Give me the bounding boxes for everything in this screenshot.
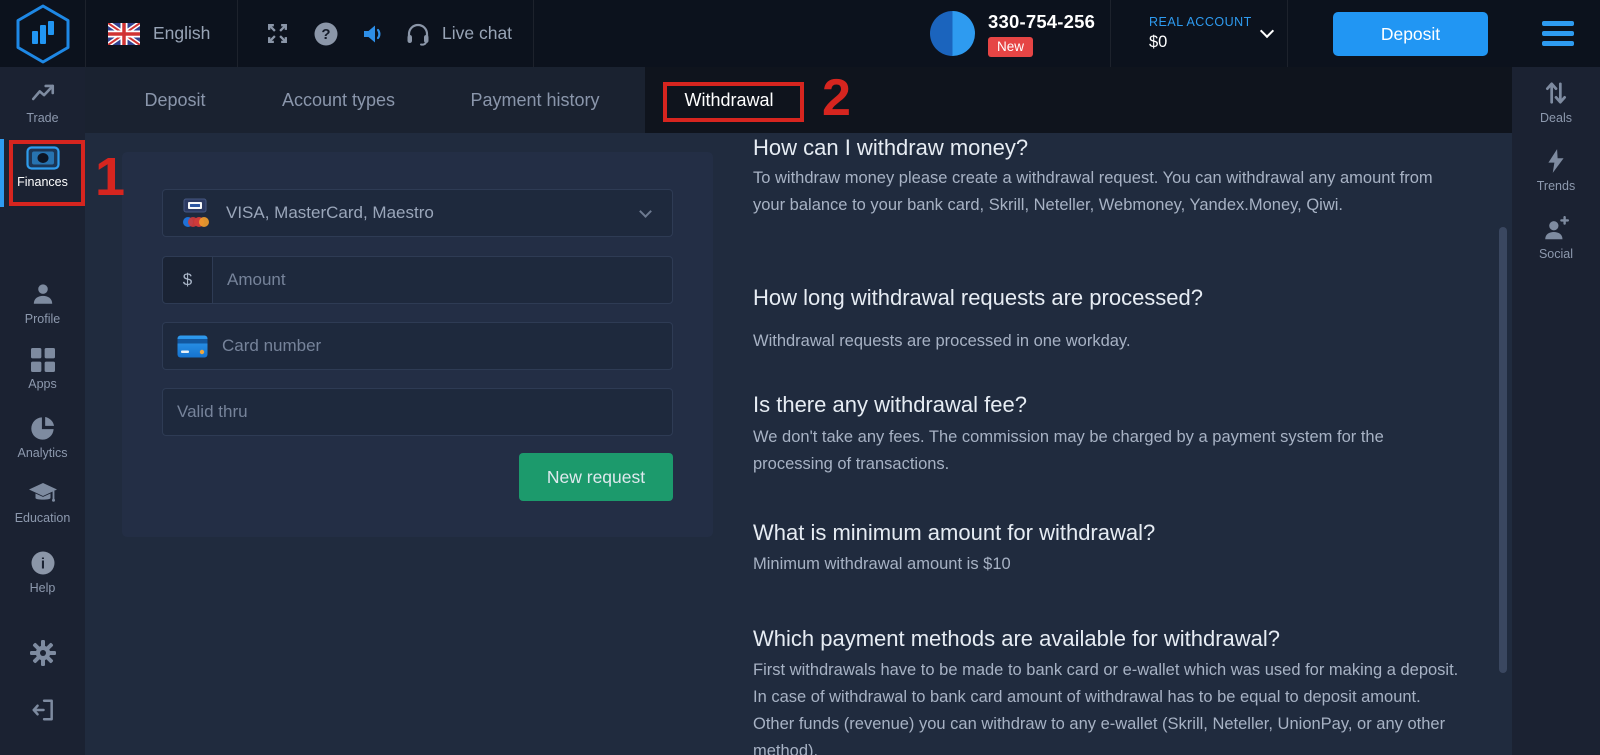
- sidebar-item-profile[interactable]: Profile: [0, 281, 85, 326]
- payment-method-value: VISA, MasterCard, Maestro: [226, 203, 641, 223]
- sidebar-item-label: Social: [1512, 247, 1600, 261]
- payment-methods-icon: [179, 198, 211, 229]
- valid-thru-field: [162, 388, 673, 436]
- faq-question: What is minimum amount for withdrawal?: [753, 520, 1465, 546]
- faq-question: Which payment methods are available for …: [753, 626, 1465, 652]
- amount-input[interactable]: [213, 257, 672, 303]
- app-root: VISA, MasterCard, Maestro $: [0, 0, 1600, 755]
- help-button[interactable]: ?: [313, 0, 339, 67]
- left-sidebar: Trade Finances Profile Apps: [0, 67, 85, 755]
- amount-field: $: [162, 256, 673, 304]
- currency-prefix: $: [163, 257, 213, 303]
- withdrawal-form-panel: VISA, MasterCard, Maestro $: [122, 152, 713, 537]
- app-logo[interactable]: [13, 3, 73, 65]
- sidebar-item-label: Profile: [0, 312, 85, 326]
- language-selector[interactable]: English: [108, 0, 210, 67]
- svg-text:i: i: [40, 556, 44, 573]
- card-number-field: [162, 322, 673, 370]
- tab-withdrawal[interactable]: Withdrawal: [645, 67, 813, 133]
- sidebar-item-trade[interactable]: Trade: [0, 80, 85, 125]
- finance-tabbar: Deposit Account types Payment history Wi…: [85, 67, 1512, 133]
- pie-chart-icon: [30, 415, 56, 441]
- menu-button[interactable]: [1542, 0, 1576, 67]
- sidebar-item-education[interactable]: Education: [0, 482, 85, 525]
- faq-answer: We don't take any fees. The commission m…: [753, 424, 1465, 478]
- faq-question: Is there any withdrawal fee?: [753, 392, 1465, 418]
- account-info[interactable]: 330-754-256 New: [930, 0, 1095, 67]
- faq-answer: Minimum withdrawal amount is $10: [753, 551, 1465, 578]
- svg-text:?: ?: [321, 26, 330, 43]
- grid-icon: [31, 348, 55, 372]
- language-label: English: [153, 23, 210, 44]
- logo-hexagon-icon: [13, 3, 73, 65]
- speaker-icon: [362, 23, 386, 45]
- top-header: English ?: [0, 0, 1600, 67]
- card-number-input[interactable]: [208, 323, 672, 369]
- settings-button[interactable]: [0, 639, 85, 667]
- banknote-icon: [26, 146, 60, 170]
- sidebar-item-label: Finances: [0, 175, 85, 189]
- valid-thru-input[interactable]: [163, 389, 672, 435]
- chevron-down-icon: [1260, 24, 1274, 38]
- annotation-number-1: 1: [95, 146, 125, 208]
- sidebar-item-trends[interactable]: Trends: [1512, 148, 1600, 193]
- sidebar-item-label: Education: [0, 511, 85, 525]
- sidebar-item-social[interactable]: Social: [1512, 216, 1600, 261]
- headset-icon: [405, 21, 431, 46]
- sidebar-item-label: Deals: [1512, 111, 1600, 125]
- scrollbar-thumb[interactable]: [1499, 227, 1507, 673]
- live-chat-button[interactable]: Live chat: [405, 0, 512, 67]
- status-badge: New: [988, 37, 1033, 57]
- account-id: 330-754-256: [988, 11, 1095, 33]
- sidebar-item-analytics[interactable]: Analytics: [0, 415, 85, 460]
- person-add-icon: [1542, 216, 1570, 242]
- logout-button[interactable]: [0, 697, 85, 723]
- tab-account-types[interactable]: Account types: [251, 67, 426, 133]
- sidebar-item-label: Help: [0, 581, 85, 595]
- info-icon: i: [30, 550, 56, 576]
- menu-icon: [1542, 21, 1574, 26]
- logout-icon: [30, 697, 56, 723]
- account-switcher[interactable]: REAL ACCOUNT $0: [1149, 0, 1289, 67]
- gear-icon: [29, 639, 57, 667]
- credit-card-icon: [177, 335, 208, 358]
- faq-question: How long withdrawal requests are process…: [753, 285, 1465, 311]
- sound-button[interactable]: [362, 0, 386, 67]
- right-sidebar: Deals Trends Social: [1512, 67, 1600, 755]
- graduation-cap-icon: [28, 482, 58, 506]
- faq-answer: First withdrawals have to be made to ban…: [753, 657, 1465, 755]
- sidebar-item-label: Trends: [1512, 179, 1600, 193]
- live-chat-label: Live chat: [442, 23, 512, 44]
- annotation-number-2: 2: [822, 68, 851, 128]
- sidebar-item-deals[interactable]: Deals: [1512, 80, 1600, 125]
- chevron-down-icon: [639, 205, 652, 218]
- trade-chart-icon: [30, 80, 56, 106]
- faq-question: How can I withdraw money?: [753, 135, 1465, 161]
- new-request-button[interactable]: New request: [519, 453, 673, 501]
- faq-answer: To withdraw money please create a withdr…: [753, 165, 1465, 219]
- sidebar-item-apps[interactable]: Apps: [0, 348, 85, 391]
- arrows-up-down-icon: [1544, 80, 1568, 106]
- sidebar-item-label: Trade: [0, 111, 85, 125]
- avatar: [930, 11, 975, 56]
- sidebar-item-label: Apps: [0, 377, 85, 391]
- lightning-icon: [1545, 148, 1567, 174]
- tab-deposit[interactable]: Deposit: [110, 67, 240, 133]
- faq-answer: Withdrawal requests are processed in one…: [753, 328, 1465, 355]
- tab-payment-history[interactable]: Payment history: [445, 67, 625, 133]
- payment-method-select[interactable]: VISA, MasterCard, Maestro: [162, 189, 673, 237]
- deposit-button[interactable]: Deposit: [1333, 12, 1488, 56]
- uk-flag-icon: [108, 23, 140, 45]
- person-icon: [30, 281, 56, 307]
- main-content: VISA, MasterCard, Maestro $: [85, 67, 1512, 755]
- question-icon: ?: [313, 21, 339, 47]
- sidebar-item-label: Analytics: [0, 446, 85, 460]
- account-type-label: REAL ACCOUNT: [1149, 15, 1252, 29]
- account-balance: $0: [1149, 33, 1167, 52]
- sidebar-item-help[interactable]: i Help: [0, 550, 85, 595]
- sidebar-item-finances[interactable]: Finances: [0, 146, 85, 189]
- fullscreen-icon: [265, 21, 290, 46]
- fullscreen-button[interactable]: [265, 0, 290, 67]
